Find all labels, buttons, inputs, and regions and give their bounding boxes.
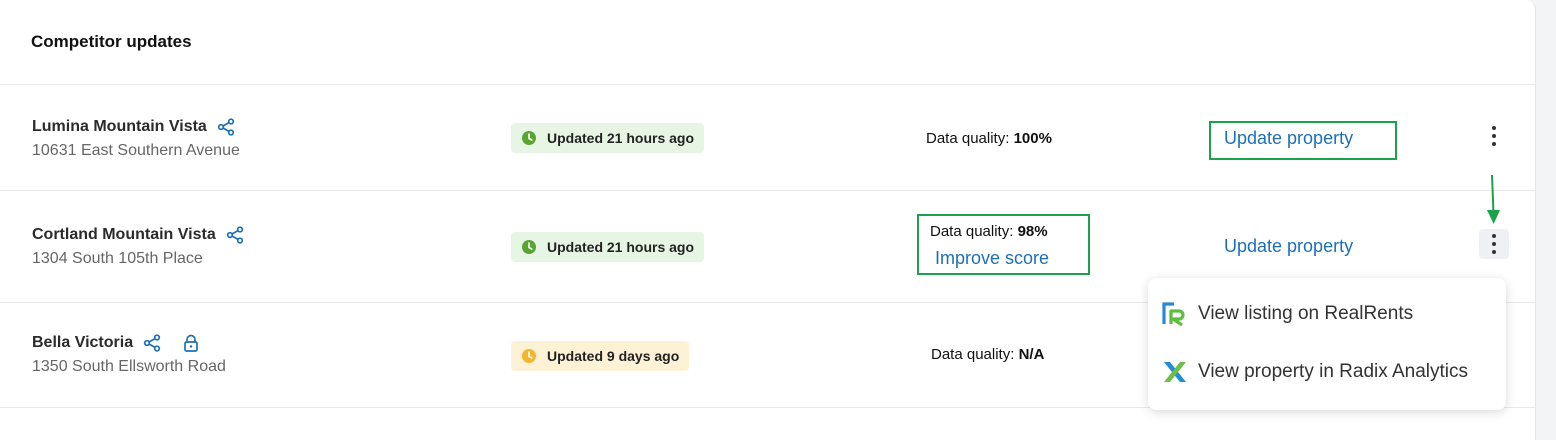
status-text: Updated 9 days ago	[547, 348, 680, 364]
menu-item-label: View property in Radix Analytics	[1198, 361, 1468, 382]
property-address: 1350 South Ellsworth Road	[32, 358, 226, 375]
card-title: Competitor updates	[31, 32, 192, 51]
data-quality: Data quality: N/A	[931, 346, 1044, 363]
property-name[interactable]: Lumina Mountain Vista	[32, 118, 207, 136]
property-name[interactable]: Cortland Mountain Vista	[32, 226, 216, 244]
property-name[interactable]: Bella Victoria	[32, 334, 133, 352]
more-options-button[interactable]	[1479, 121, 1509, 151]
status-badge: Updated 21 hours ago	[511, 232, 705, 262]
status-badge: Updated 21 hours ago	[511, 123, 705, 153]
annotation-arrow-icon	[1487, 174, 1500, 224]
property-name-cell: Cortland Mountain Vista	[32, 226, 244, 244]
data-quality: Data quality: 98%	[930, 223, 1048, 240]
share-icon[interactable]	[217, 118, 235, 136]
radix-logo-icon	[1162, 360, 1188, 384]
share-icon[interactable]	[226, 226, 244, 244]
divider	[0, 84, 1535, 85]
more-options-button[interactable]	[1479, 229, 1509, 259]
status-text: Updated 21 hours ago	[547, 130, 695, 146]
status-text: Updated 21 hours ago	[547, 239, 695, 255]
share-icon[interactable]	[143, 334, 161, 352]
property-name-cell: Lumina Mountain Vista	[32, 118, 235, 136]
menu-item-view-listing[interactable]: View listing on RealRents	[1162, 302, 1414, 327]
clock-icon	[521, 239, 537, 255]
clock-icon	[521, 348, 537, 364]
data-quality-label: Data quality:	[931, 346, 1015, 363]
lock-icon	[183, 334, 199, 352]
property-address: 10631 East Southern Avenue	[32, 142, 240, 159]
menu-item-view-radix[interactable]: View property in Radix Analytics	[1162, 360, 1468, 384]
improve-score-link[interactable]: Improve score	[935, 248, 1049, 269]
menu-item-label: View listing on RealRents	[1198, 303, 1414, 324]
clock-icon	[521, 130, 537, 146]
more-options-menu: View listing on RealRents View property …	[1148, 278, 1506, 410]
update-property-link[interactable]: Update property	[1224, 128, 1353, 149]
status-badge: Updated 9 days ago	[511, 341, 690, 371]
realrents-logo-icon	[1162, 302, 1188, 327]
data-quality: Data quality: 100%	[926, 130, 1052, 147]
divider	[0, 190, 1535, 191]
property-address: 1304 South 105th Place	[32, 250, 203, 267]
data-quality-value: 100%	[1013, 130, 1052, 147]
data-quality-label: Data quality:	[926, 130, 1010, 147]
data-quality-value: N/A	[1018, 346, 1045, 363]
data-quality-label: Data quality:	[930, 223, 1014, 240]
update-property-link[interactable]: Update property	[1224, 236, 1353, 257]
data-quality-value: 98%	[1017, 223, 1048, 240]
property-name-cell: Bella Victoria	[32, 334, 199, 352]
